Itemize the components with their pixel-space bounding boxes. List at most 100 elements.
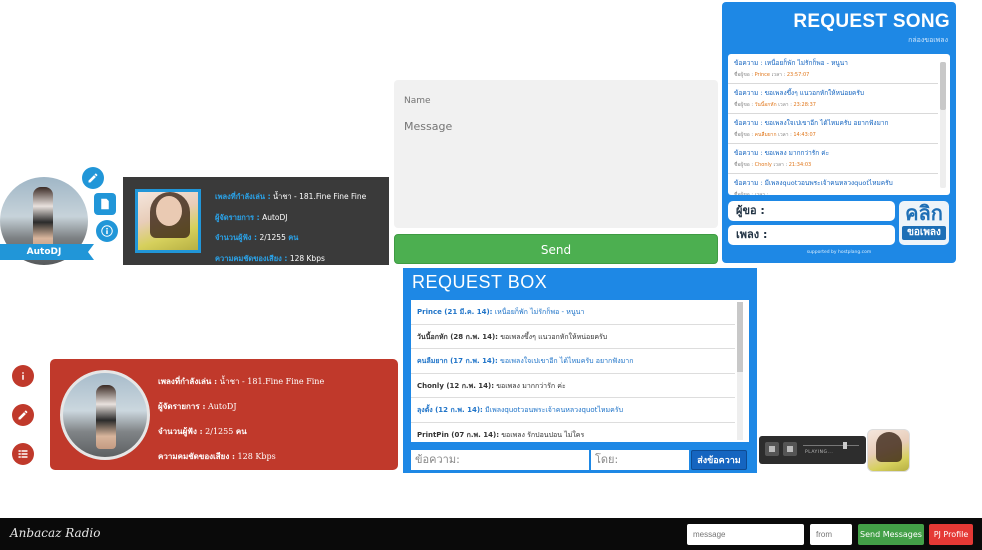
request-song-meta: ชื่อผู้ขอ : เวลา : xyxy=(734,191,932,195)
request-message-input[interactable]: ข้อความ: xyxy=(411,450,589,470)
requester-field[interactable]: ผู้ขอ : xyxy=(728,201,895,221)
request-song-message: ข้อความ : ขอเพลงขึ้งๆ แนวอกหักให้หน่อยคร… xyxy=(734,89,864,97)
info-button-red[interactable] xyxy=(12,365,34,387)
requester-name: คนลืมยาก xyxy=(754,132,777,138)
request-box-author: PrintPin (07 ก.พ. 14): xyxy=(417,430,499,439)
document-button[interactable] xyxy=(94,193,116,215)
now-playing-label: เพลงที่กำลังเล่น : xyxy=(158,376,218,386)
request-box-item: Prince (21 มี.ค. 14): เหนื่อยก็พัก ไม่รั… xyxy=(411,300,735,325)
volume-knob[interactable] xyxy=(843,442,847,449)
request-from-input[interactable]: โดย: xyxy=(591,450,689,470)
now-playing-info-red: เพลงที่กำลังเล่น : น้ำชา - 181.Fine Fine… xyxy=(158,369,324,469)
now-playing-value: น้ำชา - 181.Fine Fine Fine xyxy=(273,192,367,201)
request-box-text: ขอเพลงใจเปเขาอีก ได้ไหมครับ อยากฟังมาก xyxy=(497,357,634,365)
time-prefix: เวลา : xyxy=(778,102,792,108)
time-prefix: เวลา : xyxy=(773,162,788,168)
now-playing-info: เพลงที่กำลังเล่น : น้ำชา - 181.Fine Fine… xyxy=(215,187,366,269)
time-prefix: เวลา : xyxy=(778,132,792,138)
name-prefix: ชื่อผู้ขอ : xyxy=(734,162,754,168)
request-send-button[interactable]: ส่งข้อความ xyxy=(691,450,747,470)
bitrate-value: 128 Kbps xyxy=(289,253,325,263)
request-song-scrollbar[interactable] xyxy=(940,62,946,188)
message-form xyxy=(394,80,718,228)
request-box-author: Chonly (12 ก.พ. 14): xyxy=(417,381,495,390)
request-song-item: ข้อความ : ขอเพลงใจเปเขาอีก ได้ไหมครับ อย… xyxy=(728,114,938,144)
info-icon xyxy=(101,225,113,237)
player-thumbnail xyxy=(867,429,910,472)
request-song-message: ข้อความ : ขอเพลงใจเปเขาอีก ได้ไหมครับ อย… xyxy=(734,119,889,127)
request-song-meta: ชื่อผู้ขอ : วันนี้อกหัก เวลา : 23:28:37 xyxy=(734,101,932,109)
request-song-item: ข้อความ : ขอเพลง มากกว่ารัก ค่ะชื่อผู้ขอ… xyxy=(728,144,938,174)
request-song-item: ข้อความ : เหนื่อยก็พัก ไม่รักก็พอ - หนูน… xyxy=(728,54,938,84)
bitrate-label: ความคมชัดของเสียง : xyxy=(215,253,288,263)
listeners-value: 2/1255 xyxy=(205,427,234,436)
info-button[interactable] xyxy=(96,220,118,242)
pencil-icon xyxy=(88,173,98,183)
request-box-list[interactable]: Prince (21 มี.ค. 14): เหนื่อยก็พัก ไม่รั… xyxy=(411,300,749,442)
bitrate-value: 128 Kbps xyxy=(237,452,276,461)
request-box-item: Chonly (12 ก.พ. 14): ขอเพลง มากกว่ารัก ค… xyxy=(411,374,735,398)
request-box-text: ขอเพลง รักปอนปอน ไม่ใคร xyxy=(499,430,585,439)
stop-button[interactable] xyxy=(783,442,797,456)
request-box-text: มีเพลงquotวอนพระเจ้าคนหลวงquotไหมครับ xyxy=(482,406,624,414)
request-time: 23:57:07 xyxy=(786,72,810,78)
dj-avatar-red xyxy=(60,370,150,460)
now-playing-panel: เพลงที่กำลังเล่น : น้ำชา - 181.Fine Fine… xyxy=(123,177,389,265)
bitrate-label: ความคมชัดของเสียง : xyxy=(158,451,235,461)
request-song-message: ข้อความ : เหนื่อยก็พัก ไม่รักก็พอ - หนูน… xyxy=(734,59,848,67)
song-field[interactable]: เพลง : xyxy=(728,225,895,245)
request-box-text: เหนื่อยก็พัก ไม่รักก็พอ - หนูนา xyxy=(492,308,585,316)
bottom-from-input[interactable] xyxy=(810,524,852,545)
request-box-author: ลุงตั้ง (12 ก.พ. 14): xyxy=(417,406,483,414)
listeners-value: 2/1255 xyxy=(259,233,286,242)
request-box-widget: REQUEST BOX Prince (21 มี.ค. 14): เหนื่อ… xyxy=(403,268,757,473)
requester-name: วันนี้อกหัก xyxy=(754,102,777,108)
listeners-label: จำนวนผู้ฟัง : xyxy=(158,426,203,436)
request-time: 14:43:07 xyxy=(793,132,816,138)
volume-track[interactable] xyxy=(803,445,859,446)
name-prefix: ชื่อผู้ขอ : xyxy=(734,102,754,108)
send-button[interactable]: Send xyxy=(394,234,718,264)
time-prefix: เวลา : xyxy=(771,72,786,78)
pencil-icon xyxy=(18,410,28,420)
request-box-author: คนลืมยาก (17 ก.พ. 14): xyxy=(417,357,498,365)
bottom-bar: Anbacaz Radio Send Messages PJ Profile xyxy=(0,518,982,550)
manager-value: AutoDJ xyxy=(207,402,237,411)
request-box-item: วันนี้อกหัก (28 ก.พ. 14): ขอเพลงขึ้งๆ แน… xyxy=(411,325,735,349)
send-messages-button[interactable]: Send Messages xyxy=(858,524,924,545)
request-song-meta: ชื่อผู้ขอ : Chonly เวลา : 21:34:03 xyxy=(734,161,932,169)
play-button[interactable] xyxy=(765,442,779,456)
name-input[interactable] xyxy=(404,92,704,110)
info-icon xyxy=(22,372,24,380)
request-song-footer: supported by hostplang.com xyxy=(806,250,872,255)
request-song-item: ข้อความ : ขอเพลงขึ้งๆ แนวอกหักให้หน่อยคร… xyxy=(728,84,938,114)
request-box-item: ลุงตั้ง (12 ก.พ. 14): มีเพลงquotวอนพระเจ… xyxy=(411,398,735,423)
manager-label: ผู้จัดรายการ : xyxy=(158,401,206,411)
time-prefix: เวลา : xyxy=(754,192,769,195)
request-song-meta: ชื่อผู้ขอ : Prince เวลา : 23:57:07 xyxy=(734,71,932,79)
name-prefix: ชื่อผู้ขอ : xyxy=(734,72,754,78)
request-box-scrollbar[interactable] xyxy=(737,302,743,440)
edit-button-red[interactable] xyxy=(12,404,34,426)
name-prefix: ชื่อผู้ขอ : xyxy=(734,192,754,195)
name-prefix: ชื่อผู้ขอ : xyxy=(734,132,754,138)
request-song-list[interactable]: ข้อความ : เหนื่อยก็พัก ไม่รักก็พอ - หนูน… xyxy=(728,54,950,195)
request-box-author: Prince (21 มี.ค. 14): xyxy=(417,308,493,316)
request-song-button[interactable]: คลิก ขอเพลง xyxy=(899,201,949,245)
pj-profile-button[interactable]: PJ Profile xyxy=(929,524,973,545)
request-song-item: ข้อความ : มีเพลงquotวอนพระเจ้าคนหลวงquot… xyxy=(728,174,938,195)
request-song-message: ข้อความ : ขอเพลง มากกว่ารัก ค่ะ xyxy=(734,149,830,157)
manager-label: ผู้จัดรายการ : xyxy=(215,212,260,222)
request-box-author: วันนี้อกหัก (28 ก.พ. 14): xyxy=(417,332,498,341)
manager-value: AutoDJ xyxy=(262,212,288,222)
list-button-red[interactable] xyxy=(12,443,34,465)
bottom-message-input[interactable] xyxy=(687,524,804,545)
message-textarea[interactable] xyxy=(404,120,704,216)
requester-name: Prince xyxy=(754,72,770,78)
edit-button[interactable] xyxy=(82,167,104,189)
click-label: คลิก xyxy=(905,201,943,225)
listeners-unit: คน xyxy=(235,426,247,436)
request-song-message: ข้อความ : มีเพลงquotวอนพระเจ้าคนหลวงquot… xyxy=(734,179,893,187)
listeners-unit: คน xyxy=(288,233,299,242)
request-song-subtitle: กล่องขอเพลง xyxy=(908,36,948,44)
